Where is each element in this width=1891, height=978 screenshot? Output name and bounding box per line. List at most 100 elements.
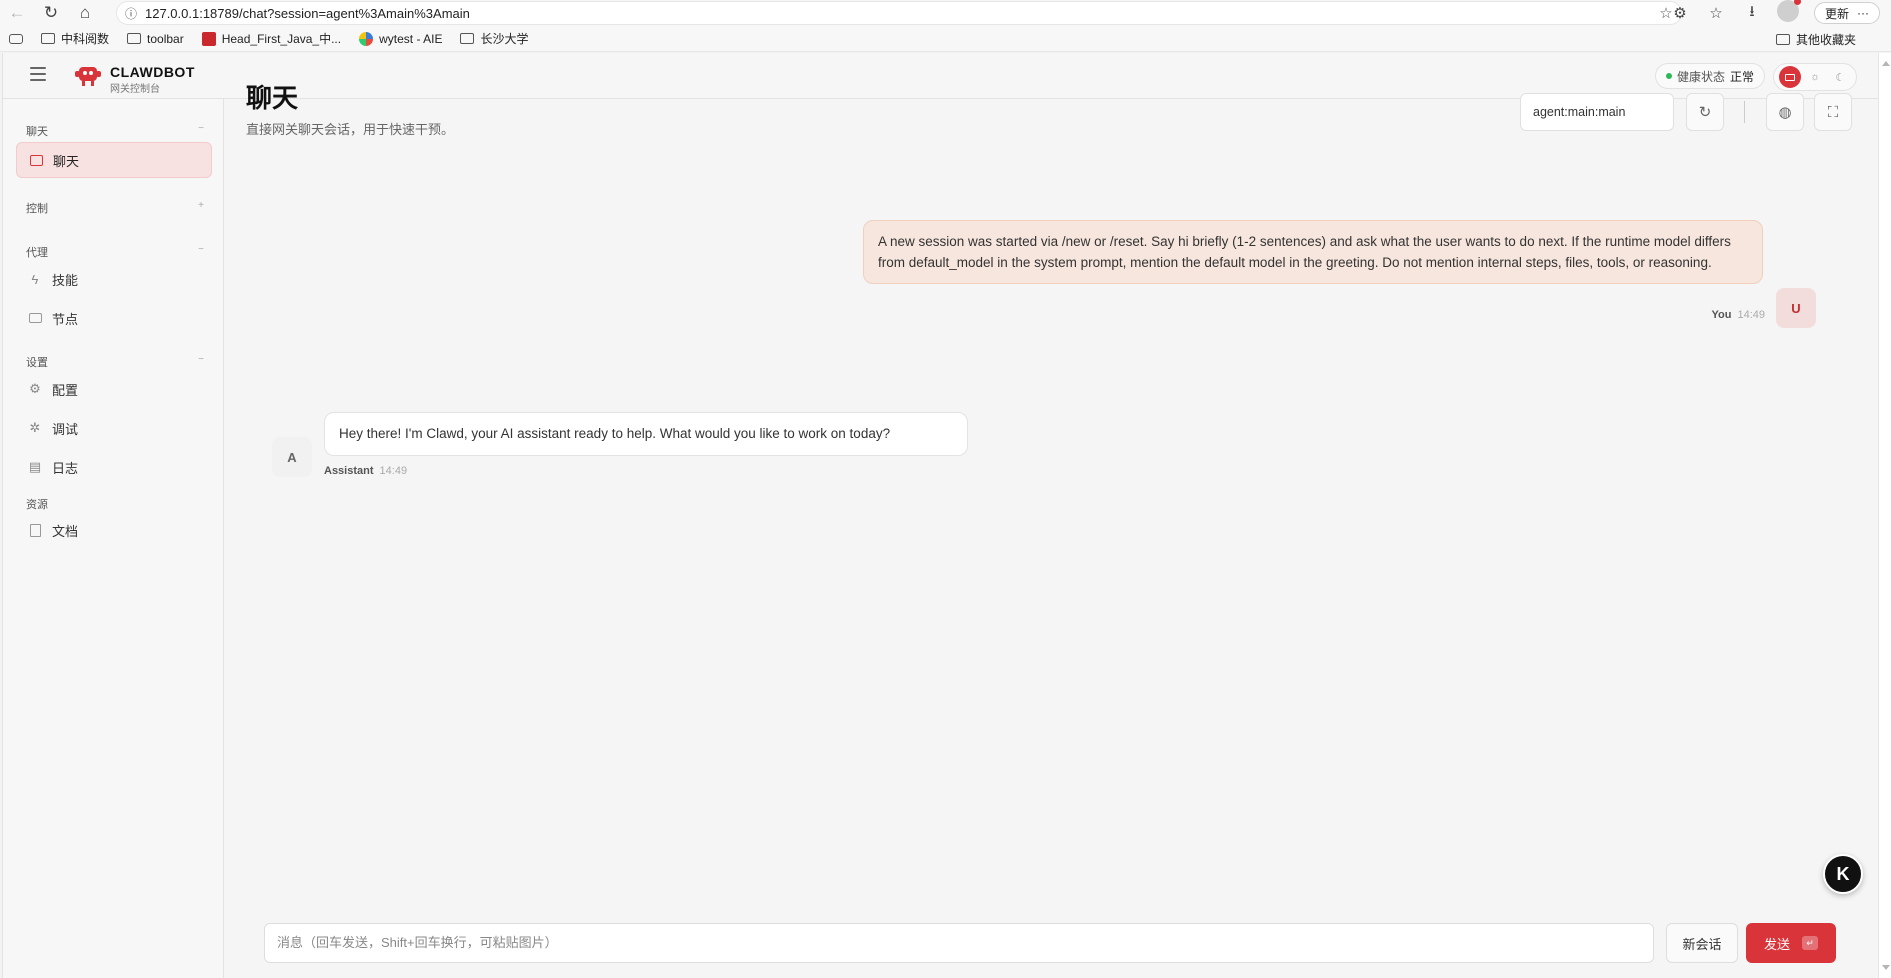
bookmark-label: 长沙大学 (480, 32, 529, 46)
folder-icon (127, 33, 142, 44)
bug-icon: ✲ (29, 420, 41, 435)
java-book-icon (201, 31, 216, 46)
clawd-logo-icon (75, 67, 101, 86)
url-text[interactable]: 127.0.0.1:18789/chat?session=agent%3Amai… (145, 6, 1651, 21)
send-label: 发送 (1763, 936, 1790, 952)
extensions-icon[interactable]: ⚙ (1662, 4, 1698, 22)
group-title: 控制 (26, 203, 48, 215)
group-title: 设置 (26, 357, 48, 369)
sidebar-item-debug[interactable]: ✲ 调试 (16, 410, 212, 446)
gear-icon: ⚙ (29, 381, 41, 396)
sidebar-item-label: 技能 (52, 272, 79, 288)
floating-assistant-button[interactable]: K (1823, 854, 1863, 894)
menu-toggle-icon[interactable] (30, 67, 46, 81)
user-avatar: U (1776, 288, 1816, 328)
message-input[interactable]: 消息（回车发送，Shift+回车换行，可粘贴图片） (264, 923, 1654, 963)
refresh-button[interactable]: ↻ (1686, 93, 1724, 131)
sidebar-item-label: 配置 (52, 382, 79, 398)
refresh-icon: ↻ (1698, 104, 1712, 121)
reading-list-icon[interactable] (0, 26, 32, 52)
sidebar-group-resources[interactable]: 资源 (26, 496, 204, 512)
profile-avatar-icon (1777, 0, 1801, 22)
status-dot-icon (1666, 73, 1672, 79)
sidebar-item-logs[interactable]: ▤ 日志 (16, 449, 212, 485)
sidebar-item-skills[interactable]: ϟ 技能 (16, 261, 212, 297)
sidebar-group-agent[interactable]: 代理 − (26, 244, 204, 260)
bookmark-2[interactable]: Head_First_Java_中... (193, 26, 350, 52)
bookmark-4[interactable]: 长沙大学 (451, 26, 537, 52)
sidebar: 聊天 − 聊天 控制 + 代理 − ϟ 技能 节点 设置 − ⚙ 配置 ✲ 调试 ▤ 日… (3, 99, 224, 978)
chat-icon (29, 153, 43, 167)
reload-icon[interactable]: ↻ (34, 0, 68, 26)
bookmark-label: Head_First_Java_中... (221, 32, 342, 46)
group-title: 代理 (26, 247, 48, 259)
bookmark-label: toolbar (147, 31, 184, 46)
new-session-button[interactable]: 新会话 (1666, 923, 1738, 963)
page-scrollbar[interactable] (1878, 53, 1891, 978)
bookmark-label: wytest - AIE (379, 31, 443, 46)
collapse-icon: − (198, 244, 204, 255)
theme-dark-icon[interactable]: ☾ (1829, 66, 1851, 88)
sidebar-item-label: 调试 (52, 421, 79, 437)
folder-icon (1775, 33, 1790, 45)
brain-icon: ◍ (1778, 104, 1792, 121)
sidebar-item-chat[interactable]: 聊天 (16, 142, 212, 178)
enter-key-icon: ↵ (1802, 936, 1818, 950)
sidebar-item-nodes[interactable]: 节点 (16, 300, 212, 336)
sender-name: Assistant (324, 465, 374, 477)
collapse-icon: − (198, 123, 204, 134)
sidebar-item-label: 聊天 (53, 153, 80, 169)
more-icon: ··· (1857, 6, 1870, 20)
group-title: 资源 (26, 499, 48, 511)
message-time: 14:49 (1737, 309, 1765, 321)
brand-name: CLAWDBOT (110, 64, 195, 80)
toolbar-divider (1744, 101, 1745, 123)
assistant-message-bubble: Hey there! I'm Clawd, your AI assistant … (324, 412, 968, 456)
sidebar-item-label: 文档 (52, 523, 79, 539)
sidebar-group-control[interactable]: 控制 + (26, 200, 204, 216)
send-button[interactable]: 发送 ↵ (1746, 923, 1836, 963)
address-bar[interactable]: ⓘ 127.0.0.1:18789/chat?session=agent%3Am… (116, 1, 1682, 25)
brand-subtitle: 网关控制台 (110, 84, 160, 95)
update-button[interactable]: 更新 ··· (1814, 2, 1881, 24)
health-label: 健康状态 (1677, 69, 1726, 84)
session-select[interactable]: agent:main:main (1520, 93, 1674, 131)
sidebar-item-config[interactable]: ⚙ 配置 (16, 371, 212, 407)
download-icon[interactable]: ⭳ (1734, 1, 1770, 26)
theme-toggle: ☼ ☾ (1773, 63, 1857, 91)
sidebar-item-docs[interactable]: 文档 (16, 512, 212, 548)
theme-system-icon[interactable] (1778, 66, 1801, 88)
monitor-icon (28, 311, 42, 325)
thinking-toggle-button[interactable]: ◍ (1766, 93, 1804, 131)
user-message-bubble: A new session was started via /new or /r… (863, 220, 1763, 284)
bookmark-0[interactable]: 中科阅数 (32, 26, 118, 52)
bookmarks-bar: 中科阅数 toolbar Head_First_Java_中... wytest… (0, 26, 1891, 52)
favorites-icon[interactable]: ☆ (1698, 4, 1734, 22)
browser-actions: ⚙ ☆ ⭳ 更新 ··· (1662, 0, 1881, 26)
collapse-icon: − (198, 354, 204, 365)
bookmark-3[interactable]: wytest - AIE (350, 26, 451, 52)
wytest-icon (359, 31, 374, 46)
bookmark-1[interactable]: toolbar (118, 26, 193, 52)
site-info-icon[interactable]: ⓘ (117, 5, 145, 22)
sender-name: You (1711, 309, 1732, 321)
assistant-message-meta: Assistant 14:49 (324, 465, 407, 477)
focus-mode-button[interactable]: ⛶ (1814, 93, 1852, 131)
bookmark-label: 中科阅数 (61, 32, 110, 46)
update-label: 更新 (1825, 6, 1850, 21)
profile-button[interactable] (1770, 0, 1806, 26)
assistant-avatar: A (272, 437, 312, 477)
theme-light-icon[interactable]: ☼ (1804, 66, 1826, 88)
sidebar-group-settings[interactable]: 设置 − (26, 354, 204, 370)
user-message-meta: You 14:49 (1712, 309, 1766, 321)
home-icon[interactable]: ⌂ (68, 0, 102, 26)
folder-icon (460, 33, 475, 44)
sidebar-item-label: 节点 (52, 311, 79, 327)
other-bookmarks[interactable]: 其他收藏夹 (1767, 26, 1865, 52)
app-window: CLAWDBOT 网关控制台 健康状态 正常 ☼ ☾ 聊天 − 聊天 控制 + 代理… (2, 53, 1879, 978)
bookmark-label: 其他收藏夹 (1795, 32, 1856, 47)
scroll-icon: ▤ (28, 459, 42, 474)
expand-icon: + (198, 200, 204, 211)
sidebar-group-chat[interactable]: 聊天 − (26, 123, 204, 139)
back-icon[interactable]: ← (0, 0, 34, 26)
